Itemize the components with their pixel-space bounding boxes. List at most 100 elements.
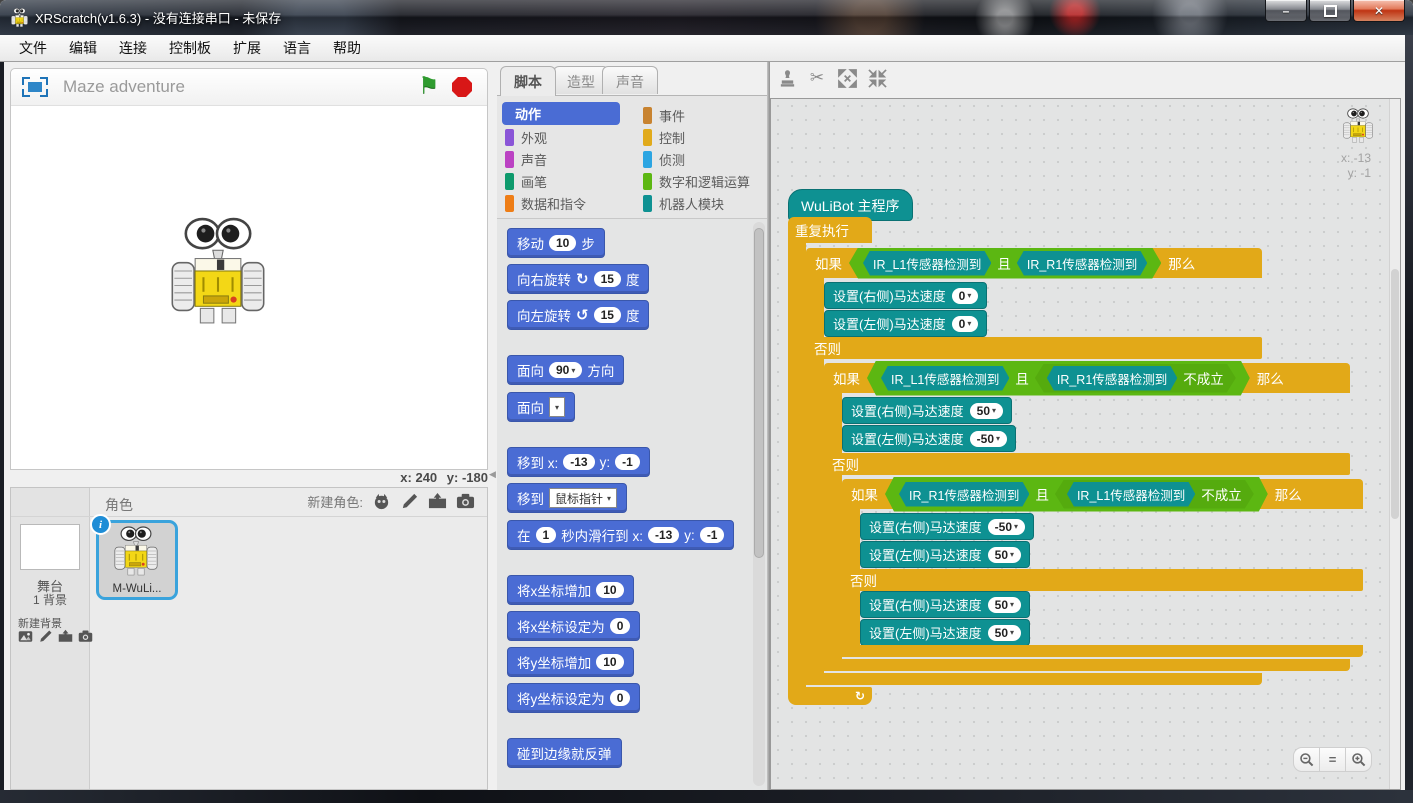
- grow-icon[interactable]: [836, 67, 858, 89]
- if-block-2-header[interactable]: 如果 IR_L1传感器检测到 且 IR_R1传感器检测到 不成立 那么: [824, 363, 1350, 393]
- category-motion[interactable]: 动作: [502, 102, 620, 125]
- close-button[interactable]: ✕: [1353, 0, 1405, 22]
- category-control[interactable]: 控制: [643, 127, 685, 148]
- script-canvas[interactable]: x: -13 y: -1 WuLiBot 主程序 重复执行 ↻ 如果 IR_L1…: [770, 98, 1401, 790]
- maximize-button[interactable]: [1309, 0, 1351, 22]
- if-block-1-else[interactable]: 否则: [806, 337, 1262, 359]
- sensor-ir-l1[interactable]: IR_L1传感器检测到: [881, 366, 1009, 391]
- stop-button[interactable]: [452, 77, 472, 97]
- tab-sounds[interactable]: 声音: [602, 66, 658, 94]
- upload-backdrop-icon[interactable]: [58, 629, 73, 644]
- x-value[interactable]: -13: [563, 454, 594, 470]
- if-block-2-wall[interactable]: [824, 393, 842, 671]
- and-operator[interactable]: IR_L1传感器检测到 且 IR_R1传感器检测到: [849, 248, 1161, 279]
- palette-scrollbar-thumb[interactable]: [754, 228, 764, 558]
- menu-extensions[interactable]: 扩展: [222, 35, 272, 61]
- zoom-out-button[interactable]: [1293, 747, 1320, 772]
- stamp-icon[interactable]: [776, 67, 798, 89]
- palette-scrollbar[interactable]: [753, 222, 765, 786]
- x-value[interactable]: -13: [648, 527, 679, 543]
- camera-backdrop-icon[interactable]: [78, 629, 93, 644]
- paint-backdrop-icon[interactable]: [38, 629, 53, 644]
- if-block-1-header[interactable]: 如果 IR_L1传感器检测到 且 IR_R1传感器检测到 那么: [806, 248, 1262, 278]
- sensor-ir-r1[interactable]: IR_R1传感器检测到: [1017, 251, 1147, 276]
- block-set-x[interactable]: 将x坐标设定为 0: [507, 611, 640, 641]
- stage-sprite-robot[interactable]: [171, 217, 265, 325]
- block-move-steps[interactable]: 移动 10 步: [507, 228, 605, 258]
- set-right-motor-block[interactable]: 设置(右侧)马达速度 -50▾: [860, 513, 1034, 540]
- set-right-motor-block[interactable]: 设置(右侧)马达速度 50▾: [860, 591, 1030, 618]
- degrees-value[interactable]: 15: [594, 271, 621, 287]
- delta-value[interactable]: 10: [596, 582, 623, 598]
- upload-sprite-icon[interactable]: [428, 492, 447, 511]
- menu-board[interactable]: 控制板: [158, 35, 222, 61]
- category-looks[interactable]: 外观: [505, 127, 547, 148]
- if-block-3-else[interactable]: 否则: [842, 569, 1363, 591]
- if-block-2-footer[interactable]: [824, 659, 1350, 671]
- category-data[interactable]: 数据和指令: [505, 193, 586, 214]
- not-operator[interactable]: IR_R1传感器检测到 不成立: [1035, 364, 1236, 393]
- zoom-in-button[interactable]: [1345, 747, 1372, 772]
- block-bounce-on-edge[interactable]: 碰到边缘就反弹: [507, 738, 622, 768]
- if-block-2-else[interactable]: 否则: [824, 453, 1350, 475]
- menu-edit[interactable]: 编辑: [58, 35, 108, 61]
- block-turn-left[interactable]: 向左旋转 ↺ 15 度: [507, 300, 649, 330]
- sprite-tile-mwulibot[interactable]: i M-WuLi...: [96, 520, 178, 600]
- minimize-button[interactable]: –: [1265, 0, 1307, 22]
- sprite-info-badge[interactable]: i: [90, 514, 111, 535]
- set-right-motor-block[interactable]: 设置(右侧)马达速度 50▾: [842, 397, 1012, 424]
- menu-help[interactable]: 帮助: [322, 35, 372, 61]
- x-value[interactable]: 0: [610, 618, 631, 634]
- block-change-x[interactable]: 将x坐标增加 10: [507, 575, 634, 605]
- set-left-motor-block[interactable]: 设置(左侧)马达速度 0▾: [824, 310, 987, 337]
- menu-language[interactable]: 语言: [272, 35, 322, 61]
- category-sensing[interactable]: 侦测: [643, 149, 685, 170]
- speed-dropdown[interactable]: 50▾: [988, 597, 1021, 613]
- sensor-ir-l1[interactable]: IR_L1传感器检测到: [1067, 482, 1195, 507]
- speed-dropdown[interactable]: 0▾: [952, 316, 979, 332]
- category-operators[interactable]: 数字和逻辑运算: [643, 171, 750, 192]
- camera-sprite-icon[interactable]: [456, 492, 475, 511]
- speed-dropdown[interactable]: -50▾: [988, 519, 1025, 535]
- block-change-y[interactable]: 将y坐标增加 10: [507, 647, 634, 677]
- block-turn-right[interactable]: 向右旋转 ↻ 15 度: [507, 264, 649, 294]
- fullscreen-icon[interactable]: [22, 77, 48, 97]
- not-operator[interactable]: IR_L1传感器检测到 不成立: [1055, 480, 1254, 509]
- forever-block-header[interactable]: 重复执行: [788, 217, 872, 243]
- sensor-ir-r1[interactable]: IR_R1传感器检测到: [899, 482, 1029, 507]
- speed-dropdown[interactable]: -50▾: [970, 431, 1007, 447]
- backdrop-library-icon[interactable]: [18, 629, 33, 644]
- script-scrollbar-thumb[interactable]: [1391, 269, 1399, 519]
- menu-connect[interactable]: 连接: [108, 35, 158, 61]
- speed-dropdown[interactable]: 0▾: [952, 288, 979, 304]
- stage-thumbnail[interactable]: [20, 524, 80, 570]
- block-point-towards[interactable]: 面向 ▾: [507, 392, 575, 422]
- and-operator[interactable]: IR_R1传感器检测到 且 IR_L1传感器检测到 不成立: [885, 477, 1268, 512]
- sensor-ir-r1[interactable]: IR_R1传感器检测到: [1047, 366, 1177, 391]
- block-glide[interactable]: 在 1 秒内滑行到 x: -13 y: -1: [507, 520, 734, 550]
- title-bar[interactable]: XRScratch(v1.6.3) - 没有连接串口 - 未保存 – ✕: [0, 0, 1413, 35]
- paint-sprite-icon[interactable]: [400, 492, 419, 511]
- sensor-ir-l1[interactable]: IR_L1传感器检测到: [863, 251, 991, 276]
- set-left-motor-block[interactable]: 设置(左侧)马达速度 50▾: [860, 619, 1030, 646]
- and-operator[interactable]: IR_L1传感器检测到 且 IR_R1传感器检测到 不成立: [867, 361, 1250, 396]
- degrees-value[interactable]: 15: [594, 307, 621, 323]
- tab-scripts[interactable]: 脚本: [500, 66, 556, 96]
- stage-selector[interactable]: 舞台 1 背景 新建背景: [11, 488, 90, 789]
- category-robot[interactable]: 机器人模块: [643, 193, 724, 214]
- direction-dropdown[interactable]: 90▾: [549, 362, 582, 378]
- set-left-motor-block[interactable]: 设置(左侧)马达速度 -50▾: [842, 425, 1016, 452]
- y-value[interactable]: -1: [700, 527, 725, 543]
- if-block-1-footer[interactable]: [806, 673, 1262, 685]
- target-dropdown[interactable]: ▾: [549, 397, 565, 417]
- y-value[interactable]: -1: [615, 454, 640, 470]
- scissors-icon[interactable]: ✂: [806, 67, 828, 89]
- category-events[interactable]: 事件: [643, 105, 685, 126]
- tab-costumes[interactable]: 造型: [553, 66, 609, 94]
- shrink-icon[interactable]: [866, 67, 888, 89]
- if-block-3-header[interactable]: 如果 IR_R1传感器检测到 且 IR_L1传感器检测到 不成立 那么: [842, 479, 1363, 509]
- category-sound[interactable]: 声音: [505, 149, 547, 170]
- speed-dropdown[interactable]: 50▾: [988, 625, 1021, 641]
- green-flag-button[interactable]: ⚑: [418, 72, 439, 99]
- speed-dropdown[interactable]: 50▾: [970, 403, 1003, 419]
